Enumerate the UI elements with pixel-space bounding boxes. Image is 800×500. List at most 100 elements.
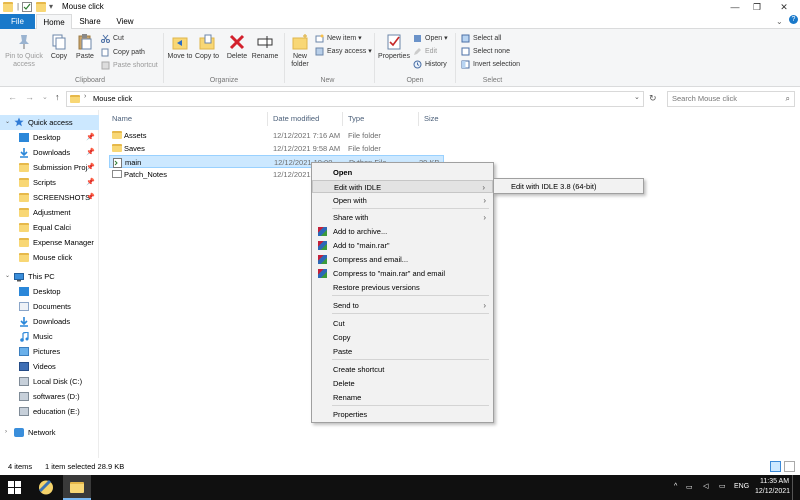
nav-pc-desktop[interactable]: Desktop — [0, 284, 99, 299]
menu-item-send-to[interactable]: Send to › — [312, 299, 493, 312]
pin-icon[interactable]: 📌 — [86, 130, 95, 145]
show-hidden-icons-icon[interactable]: ^ — [674, 483, 677, 490]
file-row[interactable]: Saves 12/12/2021 9:58 AM File folder — [109, 142, 444, 155]
edit-button[interactable]: Edit — [413, 46, 437, 58]
recent-locations-icon[interactable]: ⌄ — [42, 93, 48, 101]
menu-item-rename[interactable]: Rename — [312, 391, 493, 404]
properties-button[interactable]: Properties — [377, 29, 411, 61]
tab-view[interactable]: View — [110, 14, 140, 29]
column-header-name[interactable]: Name — [112, 114, 132, 123]
tab-home[interactable]: Home — [36, 14, 72, 30]
menu-item-open[interactable]: Open — [312, 166, 493, 179]
column-header-size[interactable]: Size — [424, 114, 439, 123]
forward-arrow-icon[interactable]: → — [25, 92, 34, 102]
menu-item-paste[interactable]: Paste — [312, 345, 493, 358]
new-folder-quick-icon[interactable] — [36, 2, 46, 12]
copy-button[interactable]: Copy — [47, 29, 71, 61]
customize-quick-access-icon[interactable]: ▾ — [49, 2, 53, 11]
easy-access-button[interactable]: Easy access ▾ — [315, 46, 372, 58]
nav-adjustment[interactable]: Adjustment — [0, 205, 99, 220]
menu-item-share-with[interactable]: Share with › — [312, 211, 493, 224]
nav-pc-documents[interactable]: Documents — [0, 299, 99, 314]
up-arrow-icon[interactable]: ↑ — [55, 92, 60, 102]
menu-item-add-to-rar[interactable]: Add to "main.rar" — [312, 239, 493, 252]
rename-button[interactable]: Rename — [251, 29, 279, 61]
expand-ribbon-icon[interactable]: ⌄ — [776, 17, 783, 26]
nav-pc-education-e[interactable]: education (E:) — [0, 404, 99, 419]
column-divider[interactable] — [267, 112, 268, 126]
tab-file[interactable]: File — [0, 14, 35, 29]
tab-share[interactable]: Share — [74, 14, 106, 29]
nav-pc-local-disk-c[interactable]: Local Disk (C:) — [0, 374, 99, 389]
move-to-button[interactable]: Move to — [167, 29, 193, 61]
clock-date[interactable]: 12/12/2021 — [755, 488, 790, 495]
nav-pc-pictures[interactable]: Pictures — [0, 344, 99, 359]
breadcrumb-current[interactable]: Mouse click — [93, 94, 132, 103]
nav-pc-videos[interactable]: Videos — [0, 359, 99, 374]
file-explorer-taskbar-button[interactable] — [63, 475, 91, 500]
nav-scripts-pinned[interactable]: Scripts 📌 — [0, 175, 99, 190]
column-divider[interactable] — [342, 112, 343, 126]
address-dropdown-icon[interactable]: ⌄ — [634, 93, 640, 101]
large-icons-view-icon[interactable] — [784, 461, 795, 472]
pin-icon[interactable]: 📌 — [86, 145, 95, 160]
nav-downloads-pinned[interactable]: Downloads 📌 — [0, 145, 99, 160]
restore-button[interactable]: ❐ — [744, 0, 770, 14]
select-all-button[interactable]: Select all — [461, 33, 501, 45]
menu-item-compress-email[interactable]: Compress and email... — [312, 253, 493, 266]
paste-shortcut-button[interactable]: Paste shortcut — [101, 60, 158, 72]
menu-item-edit-with-idle-38[interactable]: Edit with IDLE 3.8 (64-bit) — [494, 180, 643, 193]
pin-icon[interactable]: 📌 — [86, 190, 95, 205]
menu-item-add-to-archive[interactable]: Add to archive... — [312, 225, 493, 238]
nav-pc-music[interactable]: Music — [0, 329, 99, 344]
column-header-type[interactable]: Type — [348, 114, 364, 123]
nav-network[interactable]: › Network — [0, 425, 99, 440]
nav-quick-access[interactable]: ⌄ Quick access — [0, 115, 99, 130]
open-button[interactable]: Open ▾ — [413, 33, 448, 45]
network-status-icon[interactable]: ▭ — [686, 483, 693, 491]
pin-to-quick-access-button[interactable]: Pin to Quick access — [3, 29, 45, 69]
address-bar[interactable]: › Mouse click ⌄ — [66, 91, 644, 107]
nav-equal-calci[interactable]: Equal Calci — [0, 220, 99, 235]
close-button[interactable]: ✕ — [771, 0, 797, 14]
nav-screenshots-pinned[interactable]: SCREENSHOTS 📌 — [0, 190, 99, 205]
nav-pc-softwares-d[interactable]: softwares (D:) — [0, 389, 99, 404]
nav-this-pc[interactable]: ⌄ This PC — [0, 269, 99, 284]
column-divider[interactable] — [418, 112, 419, 126]
expand-chevron-icon[interactable]: ⌄ — [5, 115, 10, 130]
nav-mouse-click[interactable]: Mouse click — [0, 250, 99, 265]
nav-desktop-pinned[interactable]: Desktop 📌 — [0, 130, 99, 145]
nav-submission-pinned[interactable]: Submission Proj 📌 — [0, 160, 99, 175]
clock-time[interactable]: 11:35 AM — [760, 478, 789, 485]
speaker-icon[interactable]: ◁ — [703, 482, 708, 490]
python-idle-taskbar-icon[interactable] — [36, 478, 56, 497]
menu-item-edit-with-idle[interactable]: Edit with IDLE › — [312, 180, 493, 193]
menu-item-properties[interactable]: Properties — [312, 408, 493, 421]
help-icon[interactable]: ? — [789, 15, 798, 24]
paste-button[interactable]: Paste — [73, 29, 97, 61]
copy-to-button[interactable]: Copy to — [194, 29, 220, 61]
menu-item-open-with[interactable]: Open with › — [312, 194, 493, 207]
expand-chevron-icon[interactable]: › — [5, 425, 7, 440]
nav-expense-manager[interactable]: Expense Manager — [0, 235, 99, 250]
language-indicator[interactable]: ENG — [734, 483, 749, 490]
expand-chevron-icon[interactable]: ⌄ — [5, 269, 10, 284]
menu-item-copy[interactable]: Copy — [312, 331, 493, 344]
breadcrumb-chevron-icon[interactable]: › — [84, 93, 86, 100]
refresh-icon[interactable]: ↻ — [649, 93, 657, 104]
menu-item-cut[interactable]: Cut — [312, 317, 493, 330]
details-view-icon[interactable] — [770, 461, 781, 472]
history-button[interactable]: History — [413, 59, 447, 71]
file-row[interactable]: Assets 12/12/2021 7:16 AM File folder — [109, 129, 444, 142]
column-header-date[interactable]: Date modified — [273, 114, 319, 123]
windows-start-icon[interactable] — [8, 481, 21, 496]
cut-button[interactable]: Cut — [101, 33, 124, 45]
menu-item-compress-rar-email[interactable]: Compress to "main.rar" and email — [312, 267, 493, 280]
menu-item-create-shortcut[interactable]: Create shortcut — [312, 363, 493, 376]
new-item-button[interactable]: New item ▾ — [315, 33, 362, 45]
new-folder-button[interactable]: New folder — [287, 29, 313, 69]
invert-selection-button[interactable]: Invert selection — [461, 59, 520, 71]
menu-item-restore-previous[interactable]: Restore previous versions — [312, 281, 493, 294]
show-desktop-button[interactable] — [792, 475, 793, 500]
back-arrow-icon[interactable]: ← — [8, 92, 17, 102]
